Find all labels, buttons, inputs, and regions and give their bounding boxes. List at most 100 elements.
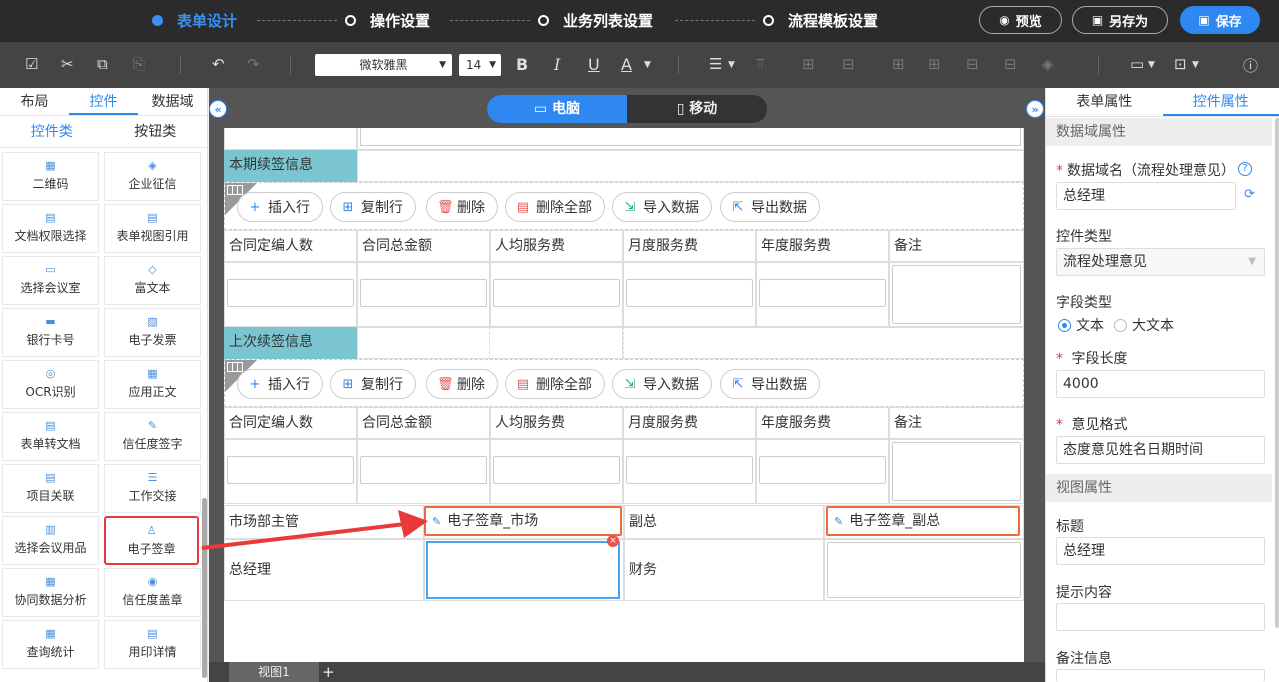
save-as-button[interactable]: ▣ 另存为 (1072, 6, 1168, 34)
form-cell[interactable] (357, 150, 1024, 182)
view-tab-1[interactable]: 视图1 (229, 662, 319, 682)
export-data-button[interactable]: ⇱ 导出数据 (720, 192, 820, 222)
insert-col-icon[interactable]: ⊞ (928, 55, 941, 73)
cell-input[interactable] (493, 456, 620, 484)
text-box-icon[interactable]: ⊡ (1174, 55, 1187, 73)
input-box[interactable] (360, 128, 1021, 146)
table-cell[interactable] (224, 439, 357, 504)
form-cell[interactable] (623, 327, 1024, 359)
insert-row-button[interactable]: + 插入行 (237, 369, 323, 399)
note-input[interactable] (1056, 669, 1265, 682)
cell-input[interactable] (626, 279, 753, 307)
component-item[interactable]: ◎ OCR识别 (2, 360, 99, 409)
table-cell[interactable] (623, 262, 756, 327)
checkbox-icon[interactable]: ☑ (25, 55, 38, 73)
delete-button[interactable]: 🗑 删除 (426, 192, 498, 222)
cell-input[interactable] (892, 442, 1021, 501)
cell-input[interactable] (892, 265, 1021, 324)
undo-icon[interactable]: ↶ (212, 55, 225, 73)
add-view-button[interactable]: + (322, 662, 335, 682)
component-item[interactable]: ▤ 文档权限选择 (2, 204, 99, 253)
component-item[interactable]: ▦ 应用正文 (104, 360, 201, 409)
form-cell[interactable] (824, 539, 1024, 601)
delete-row-icon[interactable]: ⊟ (966, 55, 979, 73)
cell-input[interactable] (360, 279, 487, 307)
control-type-select[interactable]: 流程处理意见 ▼ (1056, 248, 1265, 276)
paste-icon[interactable]: ⎘ (133, 55, 145, 73)
copy-row-button[interactable]: ⊞ 复制行 (330, 192, 416, 222)
save-button[interactable]: ▣ 保存 (1180, 6, 1260, 34)
step-form-design[interactable]: 表单设计 (152, 10, 237, 31)
length-input[interactable]: 4000 (1056, 370, 1265, 398)
cell-input[interactable] (759, 456, 886, 484)
table-cell[interactable] (490, 439, 623, 504)
gm-opinion-field-selected[interactable] (426, 541, 620, 599)
subtab-control-types[interactable]: 控件类 (0, 116, 104, 147)
component-item[interactable]: ▤ 表单视图引用 (104, 204, 201, 253)
tab-form-properties[interactable]: 表单属性 (1046, 88, 1163, 116)
step-business-list-settings[interactable]: 业务列表设置 (538, 10, 653, 31)
e-signature-market-field[interactable]: ✎ 电子签章_市场 (424, 506, 622, 536)
device-mobile-button[interactable]: ▯ 移动 (627, 95, 767, 123)
scissors-icon[interactable]: ✂ (61, 55, 74, 73)
cell-input[interactable] (227, 456, 354, 484)
table-cell[interactable] (357, 439, 490, 504)
tab-control-properties[interactable]: 控件属性 (1162, 88, 1279, 116)
tab-data-domain[interactable]: 数据域 (138, 88, 207, 115)
copy-row-button[interactable]: ⊞ 复制行 (330, 369, 416, 399)
component-item[interactable]: ▧ 电子发票 (104, 308, 201, 357)
bold-button[interactable]: B (516, 55, 528, 74)
component-item[interactable]: ☰ 工作交接 (104, 464, 201, 513)
delete-col-icon[interactable]: ⊟ (1004, 55, 1017, 73)
border-icon[interactable]: ▭ (1130, 55, 1144, 73)
copy-icon[interactable]: ⧉ (97, 55, 108, 73)
table-cell[interactable] (756, 262, 889, 327)
refresh-icon[interactable]: ⟳ (1244, 187, 1255, 202)
delete-field-icon[interactable]: × (607, 535, 619, 547)
align-left-icon[interactable]: ☰ (709, 55, 722, 73)
left-scrollbar[interactable] (202, 498, 207, 678)
tab-layout[interactable]: 布局 (0, 88, 69, 115)
italic-button[interactable]: I (554, 55, 560, 74)
component-item[interactable]: ♙ 电子签章 (104, 516, 199, 565)
e-signature-vp-field[interactable]: ✎ 电子签章_副总 (826, 506, 1020, 536)
insert-row-icon[interactable]: ⊞ (892, 55, 905, 73)
title-input[interactable]: 总经理 (1056, 537, 1265, 565)
table-cell[interactable] (490, 262, 623, 327)
format-input[interactable]: 态度意见姓名日期时间 (1056, 436, 1265, 464)
font-color-button[interactable]: A (621, 55, 632, 74)
component-item[interactable]: ✎ 信任度签字 (104, 412, 201, 461)
step-flow-template-settings[interactable]: 流程模板设置 (763, 10, 878, 31)
cell-input[interactable] (360, 456, 487, 484)
insert-row-button[interactable]: + 插入行 (237, 192, 323, 222)
import-data-button[interactable]: ⇲ 导入数据 (612, 192, 712, 222)
table-cell[interactable] (623, 439, 756, 504)
component-item[interactable]: ▤ 项目关联 (2, 464, 99, 513)
cell-input[interactable] (759, 279, 886, 307)
component-item[interactable]: ▥ 选择会议用品 (2, 516, 99, 565)
subtab-button-types[interactable]: 按钮类 (104, 116, 208, 147)
component-item[interactable]: ▦ 协同数据分析 (2, 568, 99, 617)
finance-input-box[interactable] (827, 542, 1021, 598)
component-item[interactable]: ▤ 用印详情 (104, 620, 201, 669)
cell-input[interactable] (626, 456, 753, 484)
component-item[interactable]: ▦ 查询统计 (2, 620, 99, 669)
form-cell[interactable] (224, 128, 357, 150)
component-item[interactable]: ▭ 选择会议室 (2, 256, 99, 305)
fill-color-icon[interactable]: ◈ (1042, 55, 1054, 73)
merge-cells-icon[interactable]: ⊞ (802, 55, 815, 73)
component-item[interactable]: ◈ 企业征信 (104, 152, 201, 201)
component-item[interactable]: ▦ 二维码 (2, 152, 99, 201)
collapse-right-icon[interactable]: » (1026, 100, 1044, 118)
help-icon[interactable]: ⓘ (1243, 55, 1258, 76)
table-cell[interactable] (357, 262, 490, 327)
device-pc-button[interactable]: ▭ 电脑 (487, 95, 627, 123)
export-data-button[interactable]: ⇱ 导出数据 (720, 369, 820, 399)
cell-input[interactable] (227, 279, 354, 307)
table-cell[interactable] (756, 439, 889, 504)
component-item[interactable]: ◉ 信任度盖章 (104, 568, 201, 617)
hint-input[interactable] (1056, 603, 1265, 631)
caret-down-icon[interactable]: ▼ (728, 60, 735, 70)
preview-button[interactable]: ◉ 预览 (979, 6, 1062, 34)
delete-all-button[interactable]: ▤ 删除全部 (505, 369, 605, 399)
